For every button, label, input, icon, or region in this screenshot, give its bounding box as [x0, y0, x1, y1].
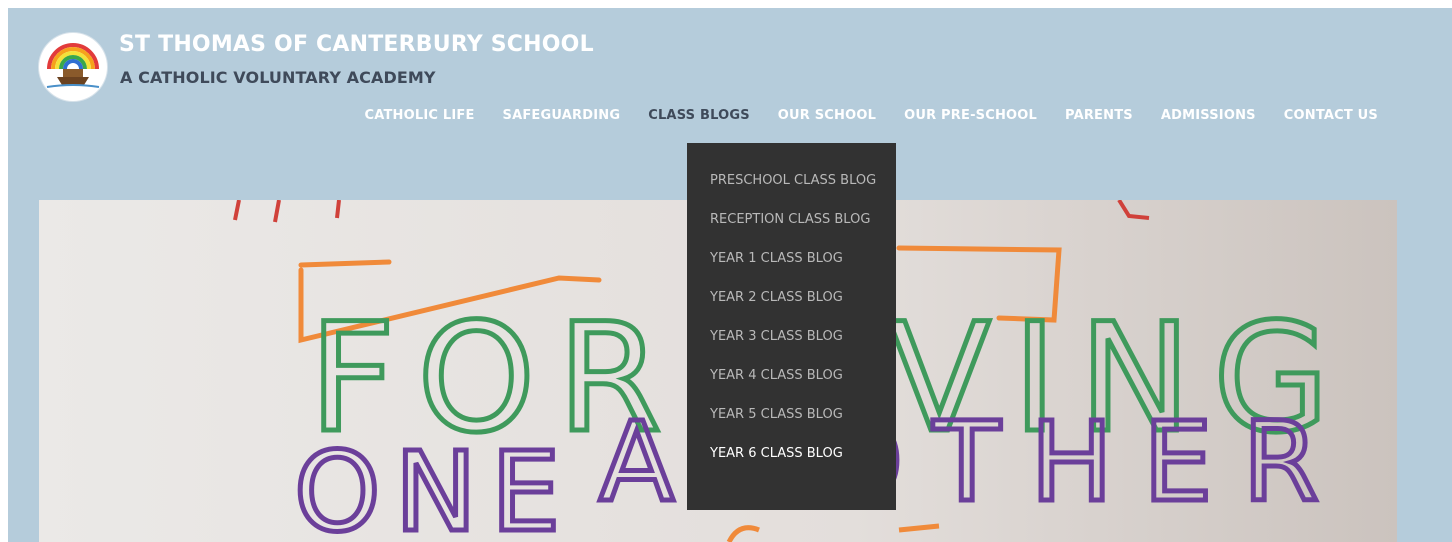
nav-parents[interactable]: PARENTS — [1051, 108, 1147, 123]
dropdown-item-year-2[interactable]: YEAR 2 CLASS BLOG — [687, 290, 896, 306]
dropdown-item-year-6[interactable]: YEAR 6 CLASS BLOG — [687, 446, 896, 462]
main-nav: CATHOLIC LIFE SAFEGUARDING CLASS BLOGS O… — [350, 108, 1392, 123]
dropdown-item-preschool[interactable]: PRESCHOOL CLASS BLOG — [687, 173, 896, 205]
page-header: ST THOMAS OF CANTERBURY SCHOOL A CATHOLI… — [8, 8, 1452, 542]
dropdown-item-year-1[interactable]: YEAR 1 CLASS BLOG — [687, 251, 896, 267]
nav-contact-us[interactable]: CONTACT US — [1270, 108, 1392, 123]
nav-admissions[interactable]: ADMISSIONS — [1147, 108, 1270, 123]
dropdown-item-year-3[interactable]: YEAR 3 CLASS BLOG — [687, 329, 896, 345]
nav-safeguarding[interactable]: SAFEGUARDING — [489, 108, 635, 123]
class-blogs-dropdown: PRESCHOOL CLASS BLOG RECEPTION CLASS BLO… — [687, 143, 896, 510]
rainbow-ark-icon — [46, 43, 100, 88]
nav-catholic-life[interactable]: CATHOLIC LIFE — [350, 108, 488, 123]
nav-class-blogs[interactable]: CLASS BLOGS — [634, 108, 764, 123]
nav-our-pre-school[interactable]: OUR PRE-SCHOOL — [890, 108, 1051, 123]
dropdown-item-year-5[interactable]: YEAR 5 CLASS BLOG — [687, 407, 896, 423]
nav-our-school[interactable]: OUR SCHOOL — [764, 108, 890, 123]
dropdown-item-year-4[interactable]: YEAR 4 CLASS BLOG — [687, 368, 896, 384]
dropdown-item-reception[interactable]: RECEPTION CLASS BLOG — [687, 212, 896, 228]
school-logo[interactable] — [39, 33, 107, 101]
school-subtitle: A CATHOLIC VOLUNTARY ACADEMY — [120, 68, 436, 87]
school-name[interactable]: ST THOMAS OF CANTERBURY SCHOOL — [119, 32, 594, 57]
hero-word-one: ONE — [294, 428, 574, 542]
